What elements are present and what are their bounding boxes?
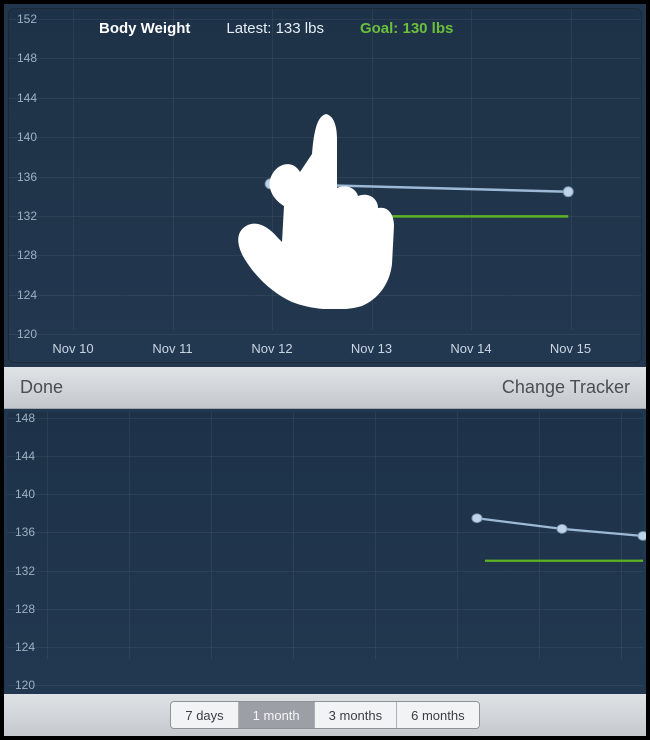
range-segment-7-days[interactable]: 7 days — [171, 702, 238, 728]
x-axis-tick: Nov 13 — [351, 341, 392, 356]
x-axis-tick: Nov 11 — [152, 341, 192, 356]
change-tracker-button[interactable]: Change Tracker — [502, 377, 630, 398]
bottom-chart-panel[interactable]: 148144140136132128124120 — [4, 409, 646, 694]
top-chart-inner: 152148144140136132128124120 Nov 10Nov 11… — [8, 8, 642, 363]
range-segmented-control[interactable]: 7 days1 month3 months6 months — [170, 701, 479, 729]
range-segment-6-months[interactable]: 6 months — [397, 702, 478, 728]
x-axis-tick: Nov 14 — [450, 341, 491, 356]
range-segment-3-months[interactable]: 3 months — [315, 702, 397, 728]
x-axis-tick: Nov 10 — [52, 341, 93, 356]
y-axis-tick: 120 — [15, 678, 35, 692]
x-axis-tick: Nov 15 — [550, 341, 591, 356]
grid-line-h — [9, 334, 641, 335]
bottom-panel: Done Change Tracker 14814414013613212812… — [4, 367, 646, 736]
grid-line-h — [7, 685, 643, 686]
edit-toolbar: Done Change Tracker — [4, 367, 646, 409]
top-chart-panel[interactable]: 152148144140136132128124120 Nov 10Nov 11… — [4, 4, 646, 367]
screenshot-frame: 152148144140136132128124120 Nov 10Nov 11… — [0, 0, 650, 740]
bottom-plot — [7, 412, 643, 659]
top-plot — [9, 9, 641, 330]
range-segment-bar: 7 days1 month3 months6 months — [4, 694, 646, 736]
done-button[interactable]: Done — [20, 377, 63, 398]
x-axis-tick: Nov 12 — [251, 341, 292, 356]
bottom-chart-inner: 148144140136132128124120 — [7, 412, 643, 691]
range-segment-1-month[interactable]: 1 month — [239, 702, 315, 728]
